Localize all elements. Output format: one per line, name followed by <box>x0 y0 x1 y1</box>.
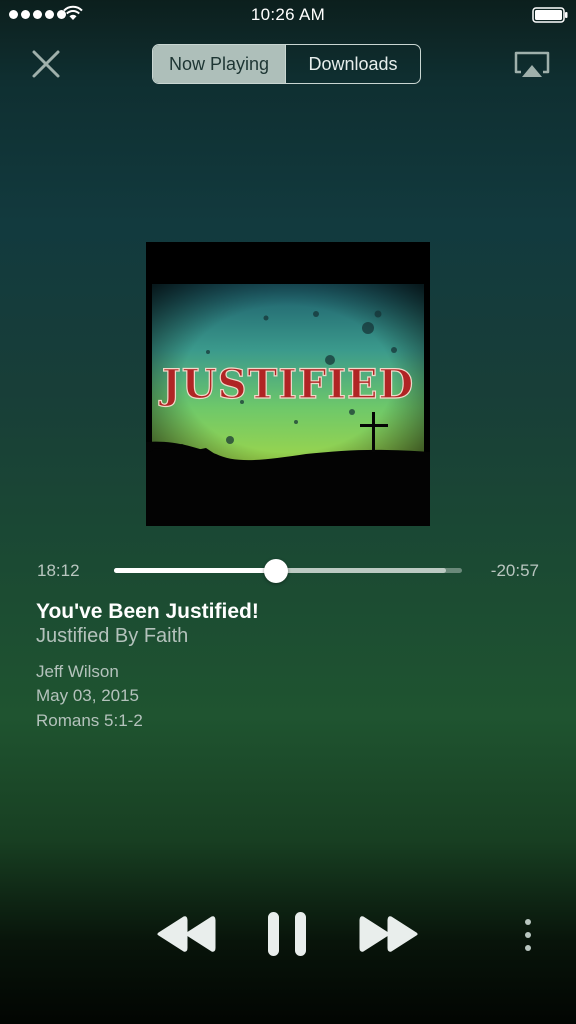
rewind-button[interactable] <box>155 912 217 956</box>
tab-downloads[interactable]: Downloads <box>286 45 420 83</box>
status-bar: 10:26 AM <box>0 0 576 30</box>
pause-button[interactable] <box>265 910 311 958</box>
scripture-passage: Romans 5:1-2 <box>36 711 143 730</box>
more-icon <box>525 919 531 951</box>
remaining-time: -20:57 <box>490 561 539 580</box>
more-options-button[interactable] <box>516 916 540 956</box>
pause-icon <box>268 912 306 956</box>
battery-icon <box>532 7 568 23</box>
episode-title: You've Been Justified! <box>36 600 259 623</box>
artwork-title-text: JUSTIFIED <box>159 361 414 408</box>
progress-fill <box>114 568 276 573</box>
fast-forward-button[interactable] <box>358 912 420 956</box>
series-name: Justified By Faith <box>36 625 189 647</box>
elapsed-time: 18:12 <box>37 561 80 580</box>
status-time: 10:26 AM <box>250 5 326 24</box>
tab-now-playing[interactable]: Now Playing <box>153 45 286 83</box>
airplay-button[interactable] <box>513 50 551 80</box>
close-button[interactable] <box>30 48 62 80</box>
airplay-icon <box>514 51 550 77</box>
album-artwork: JUSTIFIED <box>146 242 430 526</box>
close-icon <box>32 50 60 78</box>
speaker-name: Jeff Wilson <box>36 662 119 681</box>
view-segmented-control: Now Playing Downloads <box>152 44 421 84</box>
progress-slider[interactable] <box>114 559 462 583</box>
rewind-icon <box>157 916 216 952</box>
progress-thumb[interactable] <box>263 559 288 583</box>
fast-forward-icon <box>359 916 418 952</box>
episode-date: May 03, 2015 <box>36 686 140 705</box>
